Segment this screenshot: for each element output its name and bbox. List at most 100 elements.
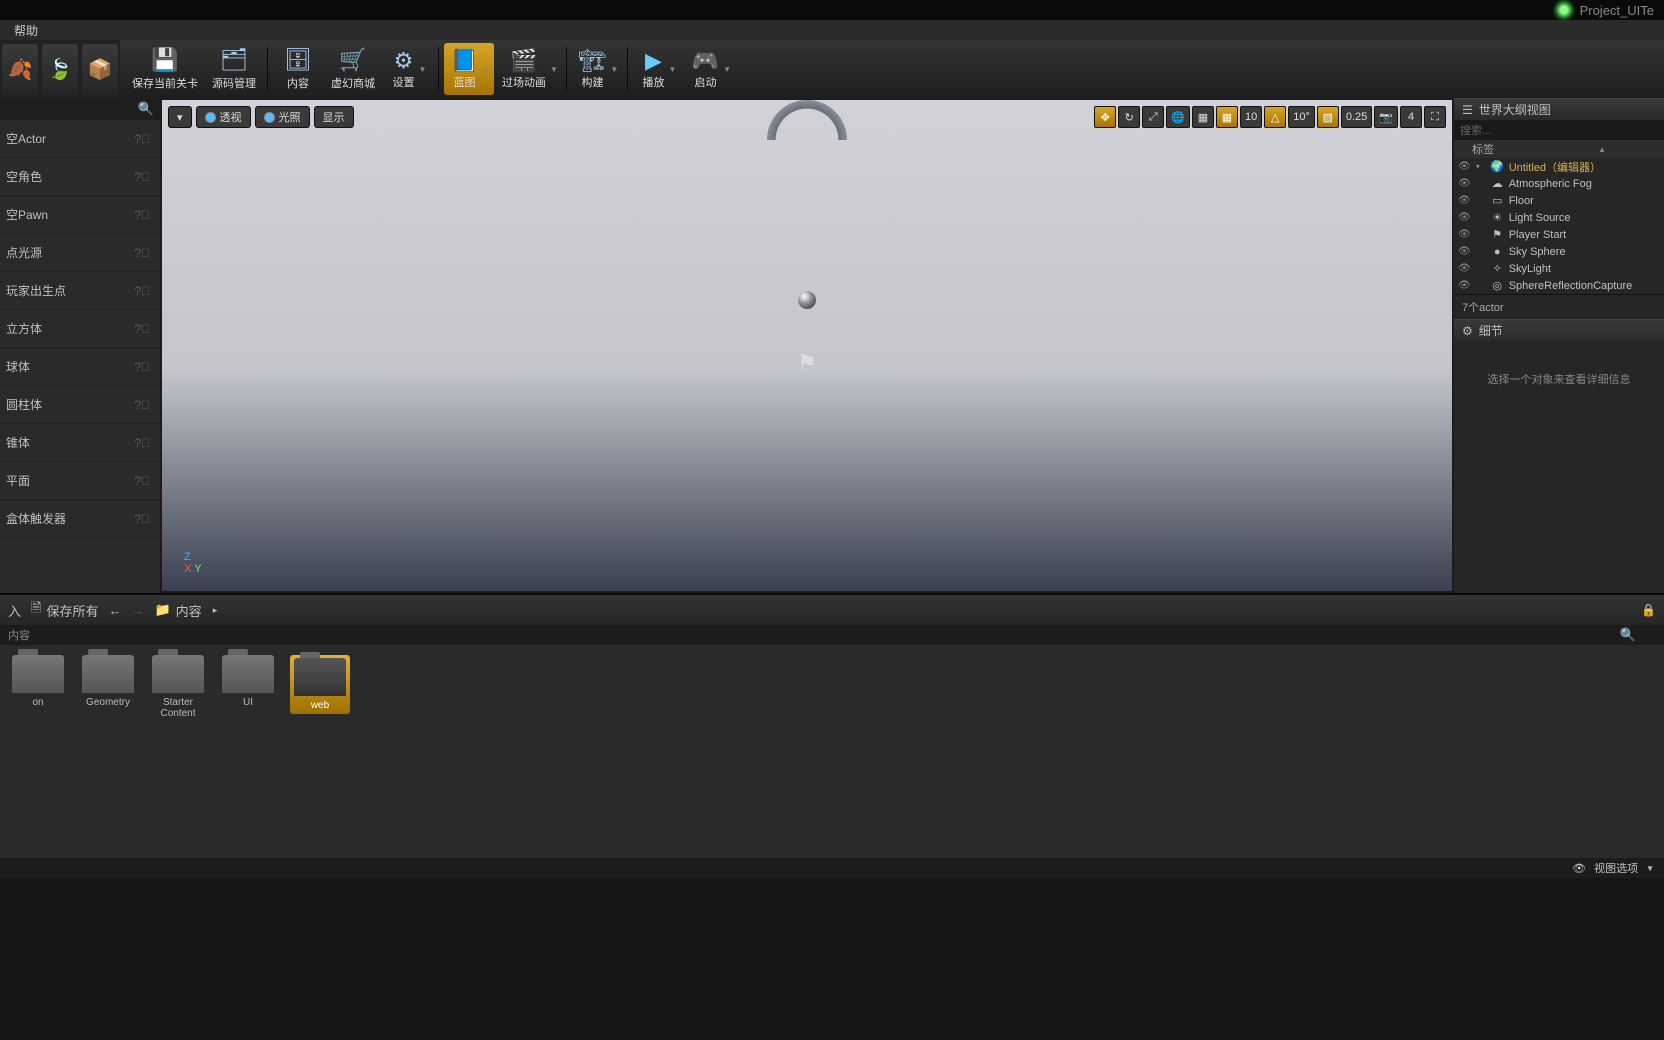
chevron-down-icon[interactable]: ▼ — [723, 65, 731, 74]
outliner-root[interactable]: 👁 ▾ 🌍 Untitled（编辑器） — [1454, 158, 1664, 175]
world-outliner-tab[interactable]: ☰世界大纲视图 — [1454, 98, 1664, 120]
source-control-button[interactable]: 🗂源码管理 — [206, 43, 262, 95]
settings-button[interactable]: ⚙设置▼ — [383, 43, 433, 95]
chevron-down-icon[interactable]: ▼ — [482, 65, 490, 74]
eye-icon[interactable]: 👁 — [1458, 246, 1471, 257]
outliner-item[interactable]: 👁⚑Player Start — [1454, 226, 1664, 243]
scale-snap-value[interactable]: 0.25 — [1341, 106, 1372, 128]
cinematic-button[interactable]: 🎬过场动画▼ — [496, 43, 561, 95]
outliner-item[interactable]: 👁◎SphereReflectionCapture — [1454, 277, 1664, 294]
outliner-item[interactable]: 👁☀Light Source — [1454, 209, 1664, 226]
help-icon[interactable]: ?⃝ — [134, 360, 150, 374]
show-dropdown[interactable]: 显示 — [314, 106, 354, 128]
place-item[interactable]: 空Actor?⃝ — [0, 120, 160, 158]
eye-icon[interactable]: 👁 — [1458, 229, 1471, 240]
nav-forward-button[interactable]: → — [131, 603, 144, 618]
place-item[interactable]: 锥体?⃝ — [0, 424, 160, 462]
place-item[interactable]: 点光源?⃝ — [0, 234, 160, 272]
scale-snap-toggle[interactable]: ▨ — [1317, 106, 1339, 128]
expand-icon[interactable]: ▾ — [1476, 162, 1486, 171]
chevron-down-icon[interactable]: ▼ — [1646, 864, 1654, 873]
lock-icon[interactable]: 🔒 — [1641, 603, 1656, 617]
eye-icon[interactable]: 👁 — [1458, 161, 1471, 172]
help-icon[interactable]: ?⃝ — [134, 474, 150, 488]
grid-snap-value[interactable]: 10 — [1240, 106, 1262, 128]
chevron-down-icon[interactable]: ▼ — [419, 65, 427, 74]
outliner-item[interactable]: 👁●Sky Sphere — [1454, 243, 1664, 260]
content-button[interactable]: 🗄内容 — [273, 43, 323, 95]
help-icon[interactable]: ?⃝ — [134, 322, 150, 336]
viewport[interactable]: ▾ 透视 光照 显示 ✥ ↻ ⤢ 🌐 ▦ ▦ 10 △ 10° ▨ 0.25 📷… — [162, 100, 1452, 591]
place-item[interactable]: 球体?⃝ — [0, 348, 160, 386]
details-tab[interactable]: ⚙细节 — [1454, 319, 1664, 341]
help-icon[interactable]: ?⃝ — [134, 246, 150, 260]
place-item[interactable]: 空Pawn?⃝ — [0, 196, 160, 234]
viewport-maximize[interactable]: ⛶ — [1424, 106, 1446, 128]
outliner-column-header[interactable]: 标签 — [1454, 140, 1664, 158]
viewport-options[interactable]: ▾ — [168, 106, 192, 128]
transform-rotate[interactable]: ↻ — [1118, 106, 1140, 128]
place-item[interactable]: 圆柱体?⃝ — [0, 386, 160, 424]
launch-button[interactable]: 🎮启动▼ — [685, 43, 735, 95]
eye-icon[interactable]: 👁 — [1458, 263, 1471, 274]
surface-snap[interactable]: ▦ — [1192, 106, 1214, 128]
angle-snap-toggle[interactable]: △ — [1264, 106, 1286, 128]
place-item[interactable]: 平面?⃝ — [0, 462, 160, 500]
eye-icon[interactable]: 👁 — [1458, 195, 1471, 206]
build-button[interactable]: 🏗构建▼ — [572, 43, 622, 95]
eye-icon[interactable]: 👁 — [1458, 178, 1471, 189]
breadcrumb[interactable]: 📁内容▸ — [154, 601, 217, 620]
outliner-item[interactable]: 👁☁Atmospheric Fog — [1454, 175, 1664, 192]
perspective-dropdown[interactable]: 透视 — [196, 106, 251, 128]
camera-speed-value[interactable]: 4 — [1400, 106, 1422, 128]
play-button[interactable]: ▶播放▼ — [633, 43, 683, 95]
import-button[interactable]: 入 — [8, 601, 21, 620]
chevron-down-icon[interactable]: ▼ — [550, 65, 558, 74]
coord-space[interactable]: 🌐 — [1166, 106, 1190, 128]
help-icon[interactable]: ?⃝ — [134, 398, 150, 412]
place-item[interactable]: 立方体?⃝ — [0, 310, 160, 348]
save-all-button[interactable]: 🗎保存所有 — [31, 599, 98, 621]
eye-icon[interactable]: 👁 — [1458, 280, 1471, 291]
place-item[interactable]: 空角色?⃝ — [0, 158, 160, 196]
axis-gizmo: ZX Y — [184, 551, 202, 575]
help-icon[interactable]: ?⃝ — [134, 512, 150, 526]
camera-speed-icon[interactable]: 📷 — [1374, 106, 1398, 128]
folder-icon — [82, 655, 134, 693]
transform-translate[interactable]: ✥ — [1094, 106, 1116, 128]
angle-snap-value[interactable]: 10° — [1288, 106, 1315, 128]
nav-back-button[interactable]: ← — [108, 603, 121, 618]
chevron-down-icon[interactable]: ▼ — [610, 65, 618, 74]
blueprint-button[interactable]: 📘蓝图▼ — [444, 43, 494, 95]
place-item[interactable]: 玩家出生点?⃝ — [0, 272, 160, 310]
view-options-button[interactable]: 视图选项 — [1594, 860, 1638, 876]
lit-mode-dropdown[interactable]: 光照 — [255, 106, 310, 128]
help-icon[interactable]: ?⃝ — [134, 284, 150, 298]
asset-item[interactable]: web — [290, 655, 350, 714]
place-item[interactable]: 盒体触发器?⃝ — [0, 500, 160, 538]
help-icon[interactable]: ?⃝ — [134, 436, 150, 450]
help-icon[interactable]: ?⃝ — [134, 132, 150, 146]
menu-help[interactable]: 帮助 — [8, 22, 44, 39]
grid-snap-toggle[interactable]: ▦ — [1216, 106, 1238, 128]
asset-item[interactable]: Geometry — [80, 655, 136, 708]
outliner-item[interactable]: 👁▭Floor — [1454, 192, 1664, 209]
place-search[interactable]: 🔍 — [0, 98, 160, 120]
mode-paint-icon[interactable]: 🍃 — [42, 44, 78, 94]
marketplace-button[interactable]: 🛒虚幻商城 — [325, 43, 381, 95]
search-icon[interactable]: 🔍 — [1620, 627, 1636, 643]
asset-item[interactable]: UI — [220, 655, 276, 708]
transform-scale[interactable]: ⤢ — [1142, 106, 1164, 128]
save-button[interactable]: 💾保存当前关卡 — [126, 43, 204, 95]
mode-place-icon[interactable]: 🍂 — [2, 44, 38, 94]
outliner-search[interactable]: 搜索... — [1454, 120, 1664, 140]
outliner-item[interactable]: 👁✧SkyLight — [1454, 260, 1664, 277]
mode-landscape-icon[interactable]: 📦 — [82, 44, 118, 94]
asset-item[interactable]: on — [10, 655, 66, 708]
help-icon[interactable]: ?⃝ — [134, 170, 150, 184]
folder-icon: 📁 — [154, 602, 170, 618]
asset-item[interactable]: StarterContent — [150, 655, 206, 719]
help-icon[interactable]: ?⃝ — [134, 208, 150, 222]
eye-icon[interactable]: 👁 — [1458, 212, 1471, 223]
chevron-down-icon[interactable]: ▼ — [668, 65, 676, 74]
